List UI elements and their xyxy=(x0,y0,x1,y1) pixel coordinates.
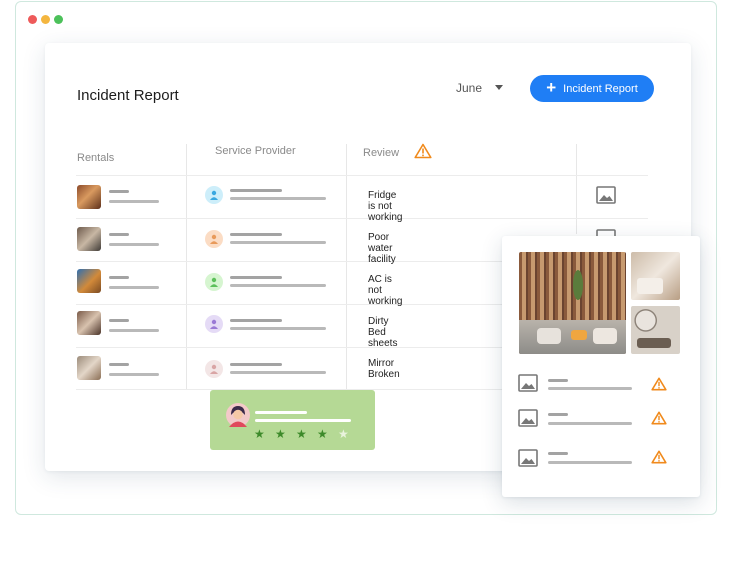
minimize-window-dot[interactable] xyxy=(41,15,50,24)
review-text: Poor water facility xyxy=(368,232,396,265)
incident-detail-panel xyxy=(502,236,700,497)
provider-avatar xyxy=(205,186,223,204)
row-divider xyxy=(76,175,648,176)
user-icon xyxy=(210,234,218,244)
provider-avatar xyxy=(205,315,223,333)
warning-icon xyxy=(651,450,667,464)
rental-thumbnail xyxy=(77,311,101,335)
rating-card: ★ ★ ★ ★ ★ xyxy=(210,390,375,450)
image-icon[interactable] xyxy=(518,449,538,467)
star-icon[interactable]: ★ xyxy=(275,427,286,441)
provider-avatar xyxy=(205,230,223,248)
close-window-dot[interactable] xyxy=(28,15,37,24)
add-incident-report-button[interactable]: + Incident Report xyxy=(530,75,654,102)
review-text: AC is not working xyxy=(368,274,403,307)
plus-icon: + xyxy=(546,78,557,97)
provider-avatar xyxy=(205,360,223,378)
room-photo-thumb[interactable] xyxy=(631,306,680,354)
rental-thumbnail xyxy=(77,227,101,251)
star-icon[interactable]: ★ xyxy=(317,427,328,441)
column-header-service-provider: Service Provider xyxy=(215,145,296,157)
maximize-window-dot[interactable] xyxy=(54,15,63,24)
row-divider xyxy=(76,218,648,219)
user-icon xyxy=(210,364,218,374)
image-icon[interactable] xyxy=(518,374,538,392)
user-icon xyxy=(210,190,218,200)
rental-thumbnail xyxy=(77,185,101,209)
image-icon[interactable] xyxy=(596,186,616,204)
add-incident-report-label: Incident Report xyxy=(563,82,638,95)
review-text: Mirror Broken xyxy=(368,358,400,380)
star-icon[interactable]: ★ xyxy=(254,427,265,441)
image-icon[interactable] xyxy=(518,409,538,427)
star-icon[interactable]: ★ xyxy=(296,427,307,441)
warning-icon xyxy=(651,377,667,391)
column-divider xyxy=(576,144,577,234)
rental-thumbnail xyxy=(77,269,101,293)
user-icon xyxy=(210,319,218,329)
rental-thumbnail xyxy=(77,356,101,380)
warning-icon xyxy=(651,411,667,425)
provider-avatar xyxy=(205,273,223,291)
month-select[interactable]: June xyxy=(456,81,482,95)
review-text: Fridge is not working xyxy=(368,190,403,223)
star-icon[interactable]: ★ xyxy=(338,427,349,441)
review-text: Dirty Bed sheets xyxy=(368,316,398,349)
room-photo-thumb[interactable] xyxy=(631,252,680,300)
column-divider xyxy=(346,144,347,389)
room-photo-main[interactable] xyxy=(519,252,626,354)
column-header-review: Review xyxy=(363,147,400,159)
warning-icon xyxy=(414,143,432,159)
column-divider xyxy=(186,144,187,389)
page-title: Incident Report xyxy=(77,87,179,104)
column-header-rentals: Rentals xyxy=(77,152,115,164)
reviewer-avatar xyxy=(226,403,250,427)
chevron-down-icon[interactable] xyxy=(495,85,503,90)
user-icon xyxy=(210,277,218,287)
